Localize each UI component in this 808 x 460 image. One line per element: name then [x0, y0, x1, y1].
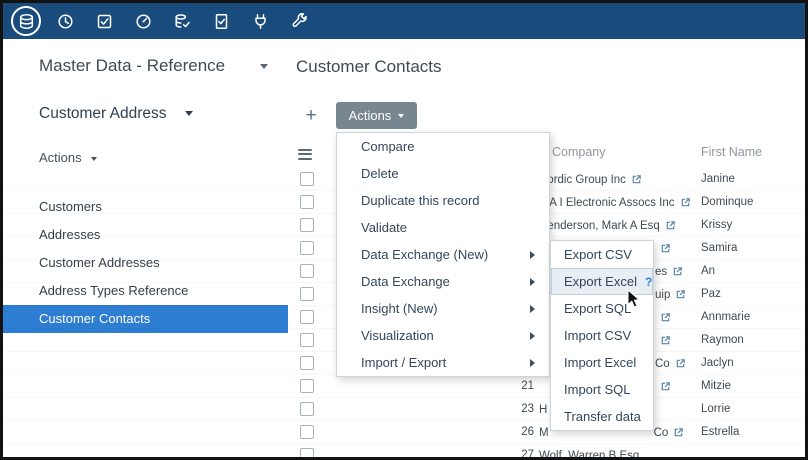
menu-item[interactable]: Validate — [337, 214, 549, 241]
record-id-cell: 23 — [500, 398, 534, 421]
column-header-company[interactable]: Company — [552, 145, 606, 159]
row-checkbox[interactable] — [300, 172, 314, 186]
submenu-arrow-icon — [530, 305, 535, 313]
company-cell: E A I Electronic Assocs Inc — [539, 191, 691, 214]
external-link-icon[interactable] — [680, 197, 691, 208]
external-link-icon[interactable] — [673, 427, 684, 438]
row-checkbox[interactable] — [300, 425, 314, 439]
row-checkbox[interactable] — [300, 241, 314, 255]
export-submenu: Export CSVExport Excel?Export SQLImport … — [550, 240, 654, 431]
document-check-icon[interactable] — [206, 6, 236, 36]
submenu-item[interactable]: Export SQL — [551, 295, 653, 322]
external-link-icon[interactable] — [660, 243, 671, 254]
model-selector-label: Customer Address — [39, 105, 167, 122]
external-link-icon[interactable] — [675, 358, 686, 369]
row-checkbox[interactable] — [300, 402, 314, 416]
first-name-cell: Dominque — [701, 191, 753, 214]
first-name-cell: An — [701, 260, 715, 283]
first-name-cell: Raymon — [701, 329, 744, 352]
menu-item[interactable]: Insight (New) — [337, 295, 549, 322]
external-link-icon[interactable] — [675, 289, 686, 300]
external-link-icon[interactable] — [660, 381, 671, 392]
first-name-cell: Estrella — [701, 421, 739, 444]
menu-item[interactable]: Duplicate this record — [337, 187, 549, 214]
first-name-cell: Lorrie — [701, 398, 730, 421]
row-checkbox[interactable] — [300, 448, 314, 460]
external-link-icon[interactable] — [672, 266, 683, 277]
help-badge: ? — [645, 275, 652, 289]
database-icon[interactable] — [11, 6, 41, 36]
first-name-cell: Samira — [701, 237, 737, 260]
checkbox-icon[interactable] — [89, 6, 119, 36]
external-link-icon[interactable] — [631, 174, 642, 185]
menu-item[interactable]: Delete — [337, 160, 549, 187]
app-window: Master Data - Reference Customer Address… — [0, 0, 808, 460]
chevron-down-icon — [398, 114, 404, 118]
record-id-cell: 26 — [500, 421, 534, 444]
gauge-icon[interactable] — [128, 6, 158, 36]
submenu-arrow-icon — [530, 359, 535, 367]
table-row[interactable]: 23 H Lorrie — [3, 398, 805, 421]
company-cell: Wolf, Warren B Esq — [539, 444, 639, 460]
submenu-arrow-icon — [530, 251, 535, 259]
submenu-item[interactable]: Export Excel? — [551, 268, 653, 295]
submenu-item[interactable]: Import Excel — [551, 349, 653, 376]
table-row[interactable]: 26 MCo Estrella — [3, 421, 805, 444]
topbar — [3, 3, 805, 39]
actions-button[interactable]: Actions — [336, 102, 417, 129]
row-checkbox[interactable] — [300, 333, 314, 347]
row-checkbox[interactable] — [300, 379, 314, 393]
external-link-icon[interactable] — [665, 220, 676, 231]
menu-item[interactable]: Data Exchange — [337, 268, 549, 295]
row-checkbox[interactable] — [300, 356, 314, 370]
first-name-cell: Paz — [701, 283, 721, 306]
first-name-cell: Mitzie — [701, 375, 731, 398]
column-menu-icon[interactable] — [298, 146, 312, 162]
external-link-icon[interactable] — [660, 335, 671, 346]
external-link-icon[interactable] — [660, 312, 671, 323]
repository-selector-label: Master Data - Reference — [39, 56, 225, 75]
submenu-item[interactable]: Transfer data — [551, 403, 653, 430]
menu-item[interactable]: Visualization — [337, 322, 549, 349]
company-cell: Henderson, Mark A Esq — [539, 214, 676, 237]
submenu-item[interactable]: Import CSV — [551, 322, 653, 349]
wrench-icon[interactable] — [284, 6, 314, 36]
record-id-cell: 21 — [500, 375, 534, 398]
record-id-cell: 27 — [500, 444, 534, 460]
chevron-down-icon — [260, 64, 268, 69]
submenu-arrow-icon — [530, 278, 535, 286]
table-row[interactable]: 27 Wolf, Warren B Esq — [3, 444, 805, 460]
row-checkbox[interactable] — [300, 287, 314, 301]
row-checkbox[interactable] — [300, 264, 314, 278]
menu-item[interactable]: Compare — [337, 133, 549, 160]
clock-icon[interactable] — [50, 6, 80, 36]
model-selector[interactable]: Customer Address — [39, 105, 193, 123]
actions-button-label: Actions — [349, 108, 392, 123]
repository-selector[interactable]: Master Data - Reference — [39, 56, 268, 76]
first-name-cell: Krissy — [701, 214, 732, 237]
submenu-item[interactable]: Import SQL — [551, 376, 653, 403]
menu-item[interactable]: Data Exchange (New) — [337, 241, 549, 268]
submenu-item[interactable]: Export CSV — [551, 241, 653, 268]
chevron-down-icon — [185, 111, 193, 116]
first-name-cell: Jaclyn — [701, 352, 734, 375]
row-checkbox[interactable] — [300, 195, 314, 209]
database-edit-icon[interactable] — [167, 6, 197, 36]
company-cell: Nordic Group Inc — [539, 168, 642, 191]
actions-menu: CompareDeleteDuplicate this recordValida… — [336, 132, 550, 377]
row-checkbox[interactable] — [300, 310, 314, 324]
company-cell: H — [539, 398, 547, 421]
plug-icon[interactable] — [245, 6, 275, 36]
table-row[interactable]: 21 Mitzie — [3, 375, 805, 398]
menu-item[interactable]: Import / Export — [337, 349, 549, 376]
page-title: Customer Contacts — [296, 57, 442, 77]
first-name-cell: Annmarie — [701, 306, 750, 329]
column-header-first-name[interactable]: First Name — [701, 145, 762, 159]
first-name-cell: Janine — [701, 168, 735, 191]
row-checkbox[interactable] — [300, 218, 314, 232]
add-record-button[interactable]: + — [298, 102, 324, 129]
submenu-arrow-icon — [530, 332, 535, 340]
